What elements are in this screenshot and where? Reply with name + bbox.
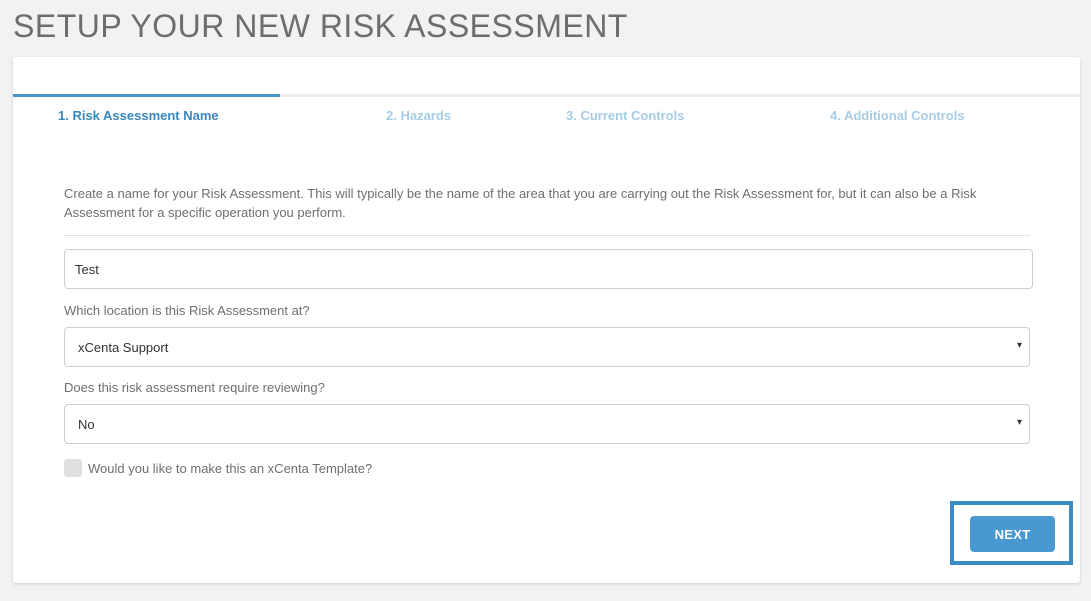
review-select[interactable]: No ▾: [64, 404, 1030, 444]
tab-hazards[interactable]: 2. Hazards: [386, 108, 451, 123]
next-button[interactable]: NEXT: [970, 516, 1055, 552]
location-label: Which location is this Risk Assessment a…: [64, 303, 310, 318]
review-label: Does this risk assessment require review…: [64, 380, 325, 395]
chevron-down-icon: ▾: [1016, 417, 1022, 428]
chevron-down-icon: ▾: [1016, 340, 1022, 351]
active-tab-indicator: [13, 94, 280, 97]
wizard-card: 1. Risk Assessment Name 2. Hazards 3. Cu…: [13, 57, 1080, 583]
template-checkbox-label[interactable]: Would you like to make this an xCenta Te…: [88, 461, 372, 476]
review-selected-value: No: [78, 417, 95, 432]
risk-assessment-name-input[interactable]: [64, 249, 1033, 289]
location-selected-value: xCenta Support: [78, 340, 169, 355]
template-checkbox[interactable]: [64, 459, 82, 477]
location-select[interactable]: xCenta Support ▾: [64, 327, 1030, 367]
tab-additional-controls[interactable]: 4. Additional Controls: [830, 108, 965, 123]
tab-risk-assessment-name[interactable]: 1. Risk Assessment Name: [58, 108, 219, 123]
intro-text: Create a name for your Risk Assessment. …: [64, 186, 977, 220]
page-title: SETUP YOUR NEW RISK ASSESSMENT: [13, 8, 628, 44]
tab-current-controls[interactable]: 3. Current Controls: [566, 108, 684, 123]
divider: [64, 235, 1030, 236]
